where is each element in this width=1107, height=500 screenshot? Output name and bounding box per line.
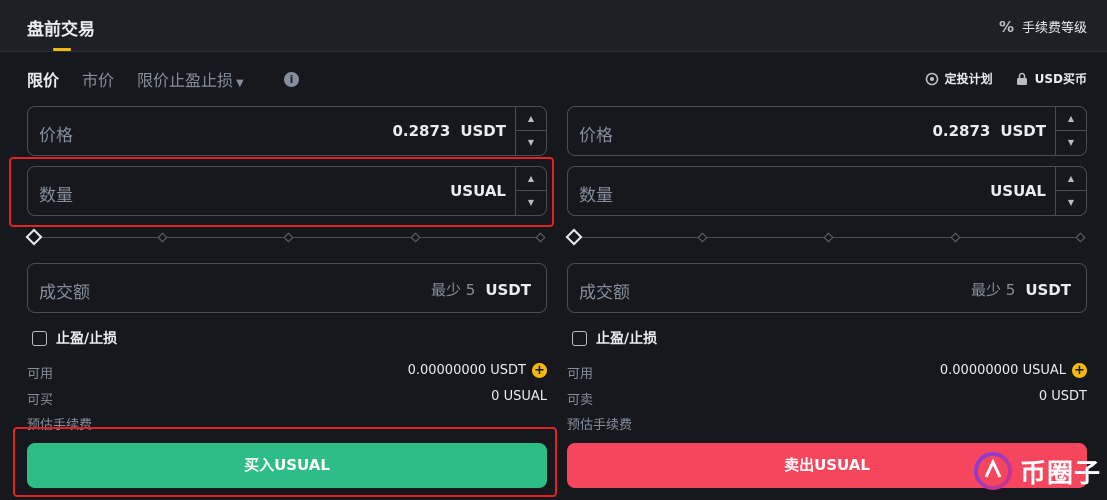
- buy-fee-row: 预估手续费: [27, 412, 547, 433]
- buy-price-increment-icon[interactable]: ▲: [516, 107, 546, 131]
- usd-buy-button[interactable]: USD买币: [1015, 70, 1087, 87]
- sell-price-value: 0.2873 USDT: [932, 122, 1046, 140]
- deposit-plus-icon[interactable]: +: [532, 363, 547, 378]
- sell-price-decrement-icon[interactable]: ▼: [1056, 131, 1086, 155]
- sell-fee-label: 预估手续费: [567, 418, 633, 433]
- buy-max-row: 可买 0 USUAL: [27, 387, 547, 408]
- buy-total-field[interactable]: 成交额 最少 5 USDT: [27, 263, 547, 313]
- slider-mark-50[interactable]: [283, 232, 294, 243]
- tab-stop-limit[interactable]: 限价止盈止损 ▼: [137, 67, 244, 91]
- sell-max-row: 可卖 0 USDT: [567, 387, 1087, 408]
- buy-quantity-stepper: ▲ ▼: [515, 167, 546, 215]
- buy-max-value: 0 USUAL: [491, 389, 547, 404]
- dca-plan-label: 定投计划: [944, 72, 993, 86]
- dca-plan-button[interactable]: 定投计划: [925, 70, 993, 87]
- deposit-plus-icon[interactable]: +: [1072, 363, 1087, 378]
- active-tab-underline: [53, 48, 71, 51]
- buy-panel: 价格 0.2873 USDT ▲ ▼ 数量 USUAL ▲ ▼ 成交额 最少 5U…: [25, 104, 547, 500]
- sell-panel: 价格 0.2873 USDT ▲ ▼ 数量 USUAL ▲ ▼ 成交额 最少 5U…: [565, 104, 1087, 500]
- buy-tpsl-checkbox[interactable]: 止盈/止损: [32, 328, 117, 348]
- percent-icon: %: [998, 17, 1014, 36]
- buy-quantity-field[interactable]: 数量 USUAL ▲ ▼: [27, 166, 547, 216]
- lock-icon: [1016, 72, 1027, 85]
- buy-quantity-unit: USUAL: [450, 182, 506, 200]
- top-bar: 盘前交易 % 手续费等级: [0, 0, 1107, 52]
- sell-amount-slider[interactable]: [565, 228, 1087, 246]
- sell-available-value: 0.00000000 USUAL +: [940, 363, 1087, 378]
- sell-available-label: 可用: [567, 367, 594, 382]
- slider-thumb[interactable]: [565, 228, 583, 246]
- checkbox-box[interactable]: [32, 330, 47, 346]
- buy-available-row: 可用 0.00000000 USDT +: [27, 361, 547, 382]
- buy-tpsl-label: 止盈/止损: [56, 331, 118, 347]
- slider-mark-25[interactable]: [697, 232, 708, 243]
- sell-available-row: 可用 0.00000000 USUAL +: [567, 361, 1087, 382]
- buy-usual-button[interactable]: 买入USUAL: [27, 443, 547, 488]
- buy-quantity-label: 数量: [39, 186, 73, 206]
- sell-price-label: 价格: [579, 126, 613, 146]
- slider-mark-100[interactable]: [535, 232, 546, 243]
- fee-level-label: 手续费等级: [1021, 21, 1087, 36]
- buy-available-value: 0.00000000 USDT +: [408, 363, 547, 378]
- sell-price-increment-icon[interactable]: ▲: [1056, 107, 1086, 131]
- buy-total-label: 成交额: [39, 283, 90, 303]
- sell-max-value: 0 USDT: [1038, 389, 1087, 404]
- slider-mark-50[interactable]: [823, 232, 834, 243]
- usd-buy-label: USD买币: [1034, 72, 1087, 86]
- sell-price-stepper: ▲ ▼: [1055, 107, 1086, 155]
- buy-price-label: 价格: [39, 126, 73, 146]
- tab-stop-limit-label: 限价止盈止损: [137, 71, 234, 90]
- caret-down-icon: ▼: [236, 78, 244, 89]
- buy-available-label: 可用: [27, 367, 54, 382]
- watermark-text: 币圈子: [1019, 458, 1101, 489]
- buy-price-stepper: ▲ ▼: [515, 107, 546, 155]
- sell-quantity-label: 数量: [579, 186, 613, 206]
- slider-mark-75[interactable]: [410, 232, 421, 243]
- watermark: 币圈子: [972, 450, 1101, 492]
- sell-tpsl-checkbox[interactable]: 止盈/止损: [572, 328, 657, 348]
- buy-fee-label: 预估手续费: [27, 418, 93, 433]
- slider-mark-100[interactable]: [1075, 232, 1086, 243]
- recurring-icon: [925, 72, 938, 85]
- tab-limit[interactable]: 限价: [27, 67, 59, 91]
- sell-quantity-unit: USUAL: [990, 182, 1046, 200]
- slider-mark-75[interactable]: [950, 232, 961, 243]
- info-icon[interactable]: i: [284, 72, 299, 87]
- sell-quantity-decrement-icon[interactable]: ▼: [1056, 191, 1086, 215]
- sell-quantity-increment-icon[interactable]: ▲: [1056, 167, 1086, 191]
- slider-mark-25[interactable]: [157, 232, 168, 243]
- order-type-bar: 限价 市价 限价止盈止损 ▼ i 定投计划 USD买币: [0, 52, 1107, 102]
- fee-level-link[interactable]: % 手续费等级: [998, 17, 1087, 37]
- sell-quantity-stepper: ▲ ▼: [1055, 167, 1086, 215]
- sell-max-label: 可卖: [567, 393, 594, 408]
- buy-quantity-decrement-icon[interactable]: ▼: [516, 191, 546, 215]
- buy-price-value: 0.2873 USDT: [392, 122, 506, 140]
- sell-total-field[interactable]: 成交额 最少 5 USDT: [567, 263, 1087, 313]
- slider-thumb[interactable]: [25, 228, 43, 246]
- right-tools: 定投计划 USD买币: [925, 70, 1087, 87]
- sell-total-value: 最少 5 USDT: [971, 281, 1071, 299]
- tab-market[interactable]: 市价: [82, 67, 114, 91]
- buy-quantity-increment-icon[interactable]: ▲: [516, 167, 546, 191]
- sell-total-label: 成交额: [579, 283, 630, 303]
- sell-tpsl-label: 止盈/止损: [596, 331, 658, 347]
- buy-max-label: 可买: [27, 393, 54, 408]
- buy-total-value: 最少 5 USDT: [431, 281, 531, 299]
- page-title[interactable]: 盘前交易: [27, 15, 95, 40]
- checkbox-box[interactable]: [572, 330, 587, 346]
- buy-price-decrement-icon[interactable]: ▼: [516, 131, 546, 155]
- sell-fee-row: 预估手续费: [567, 412, 1087, 433]
- buy-amount-slider[interactable]: [25, 228, 547, 246]
- coin-logo-icon: [973, 452, 1012, 490]
- buy-price-field[interactable]: 价格 0.2873 USDT ▲ ▼: [27, 106, 547, 156]
- sell-quantity-field[interactable]: 数量 USUAL ▲ ▼: [567, 166, 1087, 216]
- sell-price-field[interactable]: 价格 0.2873 USDT ▲ ▼: [567, 106, 1087, 156]
